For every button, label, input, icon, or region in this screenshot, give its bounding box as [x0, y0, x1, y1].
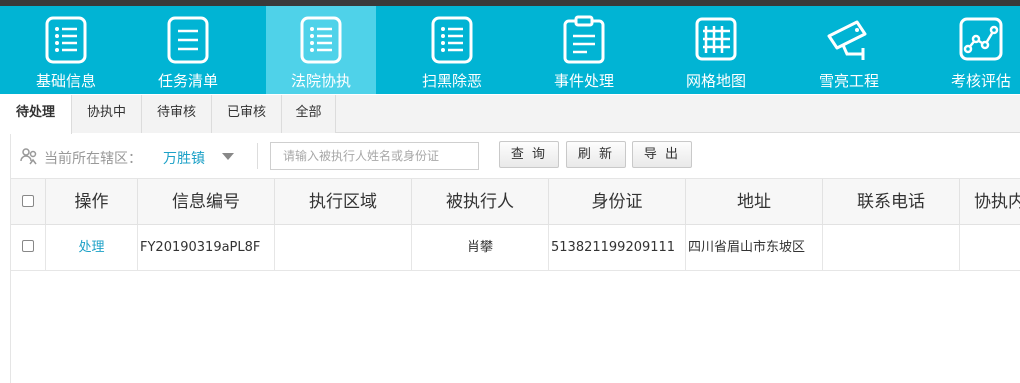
- process-link[interactable]: 处理: [78, 240, 104, 255]
- info-id-cell: FY20190319aPL8F: [138, 225, 275, 270]
- nav-label: 雪亮工程: [818, 72, 879, 90]
- grid-map-icon: [692, 14, 740, 66]
- table-row: 处理 FY20190319aPL8F 肖攀 513821199209111 四川…: [11, 225, 1020, 271]
- export-button[interactable]: 导 出: [632, 141, 692, 168]
- action-cell: 处理: [46, 225, 138, 270]
- content-cell: [960, 225, 1020, 270]
- main-navbar: 基础信息 任务清单 法院协执 扫黑除恶 事件处理 网格地图 雪亮工程 考核评估: [0, 6, 1020, 94]
- column-header: 联系电话: [823, 179, 960, 225]
- line-chart-icon: [957, 14, 1005, 66]
- column-header: 地址: [686, 179, 823, 225]
- list-document-icon: [42, 14, 90, 66]
- column-header: 协执内: [974, 192, 1020, 212]
- divider: [257, 143, 258, 169]
- location-label: 当前所在辖区：: [44, 151, 142, 167]
- nav-item-event-handling[interactable]: 事件处理: [518, 6, 650, 94]
- chevron-down-icon[interactable]: [222, 153, 234, 160]
- nav-item-anti-crime[interactable]: 扫黑除恶: [386, 6, 518, 94]
- filter-bar: 当前所在辖区： 万胜镇 查 询 刷 新 导 出: [10, 134, 1020, 178]
- nav-item-task-list[interactable]: 任务清单: [122, 6, 254, 94]
- tab-all[interactable]: 全部: [282, 95, 336, 133]
- location-selector[interactable]: 万胜镇: [163, 148, 205, 168]
- tab-reviewed[interactable]: 已审核: [212, 95, 282, 133]
- tab-pending[interactable]: 待处理: [0, 95, 72, 134]
- column-header: 被执行人: [412, 179, 549, 225]
- search-input[interactable]: [270, 142, 479, 170]
- task-list-icon: [164, 14, 212, 66]
- region-cell: [275, 225, 412, 270]
- status-tabs: 待处理 协执中 待审核 已审核 全部: [0, 95, 1020, 134]
- nav-item-basic-info[interactable]: 基础信息: [0, 6, 132, 94]
- tab-in-progress[interactable]: 协执中: [72, 95, 142, 133]
- person-cell: 肖攀: [412, 225, 549, 270]
- nav-item-sharp-eyes[interactable]: 雪亮工程: [783, 6, 915, 94]
- nav-label: 扫黑除恶: [421, 72, 482, 90]
- table-header: 操作 信息编号 执行区域 被执行人 身份证 地址 联系电话 协执内: [11, 178, 1020, 225]
- query-button[interactable]: 查 询: [499, 141, 559, 168]
- nav-item-assessment[interactable]: 考核评估: [915, 6, 1020, 94]
- column-header: 执行区域: [275, 179, 412, 225]
- surveillance-camera-icon: [825, 14, 873, 66]
- nav-label: 考核评估: [950, 72, 1011, 90]
- row-select-cell: [11, 225, 46, 270]
- nav-label: 法院协执: [290, 72, 351, 90]
- phone-cell: [823, 225, 960, 270]
- nav-label: 任务清单: [157, 72, 218, 90]
- location-people-icon: [19, 146, 39, 166]
- nav-item-court-assist[interactable]: 法院协执: [266, 6, 376, 94]
- data-table: 操作 信息编号 执行区域 被执行人 身份证 地址 联系电话 协执内 处理 FY2…: [10, 178, 1020, 383]
- court-list-icon: [297, 14, 345, 66]
- clipboard-icon: [560, 14, 608, 66]
- tab-awaiting-review[interactable]: 待审核: [142, 95, 212, 133]
- row-checkbox[interactable]: [22, 240, 34, 252]
- column-header: 身份证: [549, 179, 686, 225]
- document-list-icon: [428, 14, 476, 66]
- address-cell: 四川省眉山市东坡区: [686, 225, 823, 270]
- nav-label: 网格地图: [685, 72, 746, 90]
- nav-item-grid-map[interactable]: 网格地图: [650, 6, 782, 94]
- nav-label: 基础信息: [35, 72, 96, 90]
- column-header: 信息编号: [138, 179, 275, 225]
- column-header: 操作: [46, 179, 138, 225]
- refresh-button[interactable]: 刷 新: [566, 141, 626, 168]
- id-card-cell: 513821199209111: [549, 225, 686, 270]
- select-all-checkbox[interactable]: [22, 194, 34, 207]
- select-all-cell: [11, 179, 46, 225]
- nav-label: 事件处理: [553, 72, 614, 90]
